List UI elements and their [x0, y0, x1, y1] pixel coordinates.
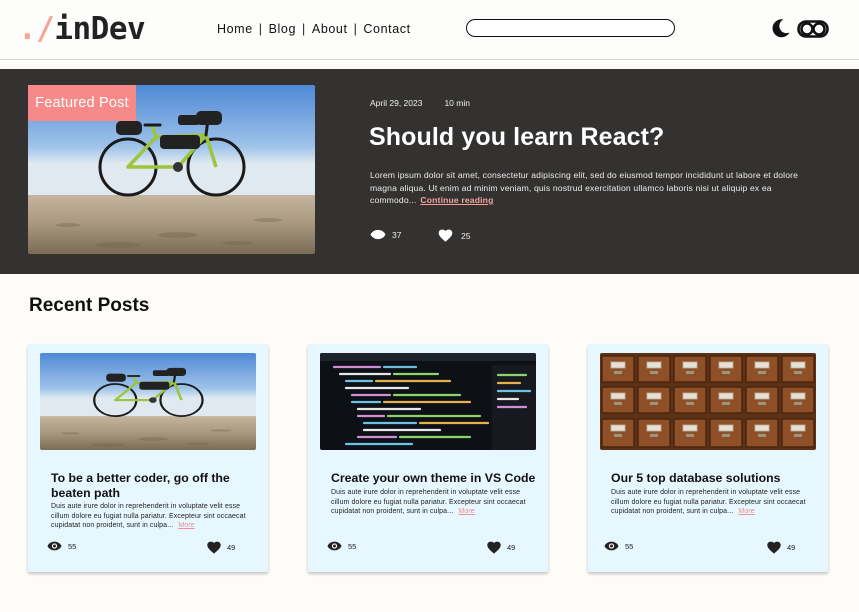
- more-link[interactable]: More: [458, 508, 474, 515]
- heart-icon[interactable]: [487, 541, 501, 554]
- likes-value: 25: [461, 230, 471, 241]
- eye-icon: [604, 541, 619, 551]
- likes-value: 49: [507, 543, 516, 552]
- eye-icon: [47, 541, 62, 551]
- post-title[interactable]: Create your own theme in VS Code: [331, 471, 536, 486]
- views-value: 37: [392, 229, 402, 240]
- heart-icon[interactable]: [767, 541, 781, 554]
- continue-reading-link[interactable]: Continue reading: [420, 195, 493, 205]
- post-date: April 29, 2023: [370, 98, 423, 108]
- post-excerpt: Duis aute irure dolor in reprehenderit i…: [611, 488, 811, 517]
- excerpt-text: Duis aute irure dolor in reprehenderit i…: [611, 489, 806, 516]
- moon-icon[interactable]: [771, 18, 791, 38]
- nav-home[interactable]: Home: [217, 22, 253, 36]
- site-header: ./inDev Home | Blog | About | Contact: [0, 0, 859, 60]
- likes-count: 25: [438, 229, 470, 242]
- likes-count: 49: [207, 541, 235, 554]
- site-logo[interactable]: ./inDev: [18, 11, 146, 47]
- more-link[interactable]: More: [178, 522, 194, 529]
- featured-excerpt: Lorem ipsum dolor sit amet, consectetur …: [370, 169, 825, 207]
- featured-post: Featured Post April 29, 2023 10 min Shou…: [0, 69, 859, 274]
- likes-value: 49: [787, 543, 796, 552]
- views-count: 55: [327, 541, 356, 551]
- heart-icon[interactable]: [438, 229, 453, 242]
- post-image[interactable]: [40, 353, 256, 450]
- views-value: 55: [348, 541, 357, 551]
- views-value: 55: [68, 541, 77, 551]
- views-count: 37: [370, 229, 401, 240]
- likes-count: 49: [487, 541, 515, 554]
- views-count: 55: [47, 541, 76, 551]
- post-card[interactable]: Our 5 top database solutions Duis aute i…: [588, 344, 828, 572]
- nav-separator: |: [302, 22, 306, 36]
- featured-title[interactable]: Should you learn React?: [369, 123, 664, 152]
- post-card[interactable]: Create your own theme in VS Code Duis au…: [308, 344, 548, 572]
- post-title[interactable]: To be a better coder, go off the beaten …: [51, 471, 256, 500]
- read-time: 10 min: [444, 98, 470, 108]
- eye-icon: [370, 229, 386, 240]
- post-card[interactable]: To be a better coder, go off the beaten …: [28, 344, 268, 572]
- eye-icon: [327, 541, 342, 551]
- excerpt-text: Duis aute irure dolor in reprehenderit i…: [331, 489, 526, 516]
- heart-icon[interactable]: [207, 541, 221, 554]
- likes-count: 49: [767, 541, 795, 554]
- post-image[interactable]: [600, 353, 816, 450]
- views-value: 55: [625, 541, 634, 551]
- main-nav: Home | Blog | About | Contact: [217, 22, 411, 36]
- post-title[interactable]: Our 5 top database solutions: [611, 471, 816, 486]
- excerpt-text: Duis aute irure dolor in reprehenderit i…: [51, 503, 246, 530]
- post-excerpt: Duis aute irure dolor in reprehenderit i…: [331, 488, 531, 517]
- likes-value: 49: [227, 543, 236, 552]
- post-excerpt: Duis aute irure dolor in reprehenderit i…: [51, 502, 251, 531]
- logo-prefix: ./: [18, 11, 55, 47]
- views-count: 55: [604, 541, 633, 551]
- more-link[interactable]: More: [738, 508, 754, 515]
- nav-separator: |: [353, 22, 358, 36]
- nav-blog[interactable]: Blog: [269, 22, 296, 36]
- nav-about[interactable]: About: [312, 22, 348, 36]
- section-title: Recent Posts: [29, 295, 150, 316]
- search-input[interactable]: [466, 19, 675, 37]
- post-image[interactable]: [320, 353, 536, 450]
- nav-separator: |: [258, 22, 263, 36]
- toggle-icon[interactable]: [797, 20, 829, 38]
- nav-contact[interactable]: Contact: [363, 22, 410, 36]
- featured-badge: Featured Post: [28, 85, 136, 121]
- post-meta: April 29, 2023 10 min: [370, 98, 470, 108]
- logo-name: inDev: [54, 11, 146, 47]
